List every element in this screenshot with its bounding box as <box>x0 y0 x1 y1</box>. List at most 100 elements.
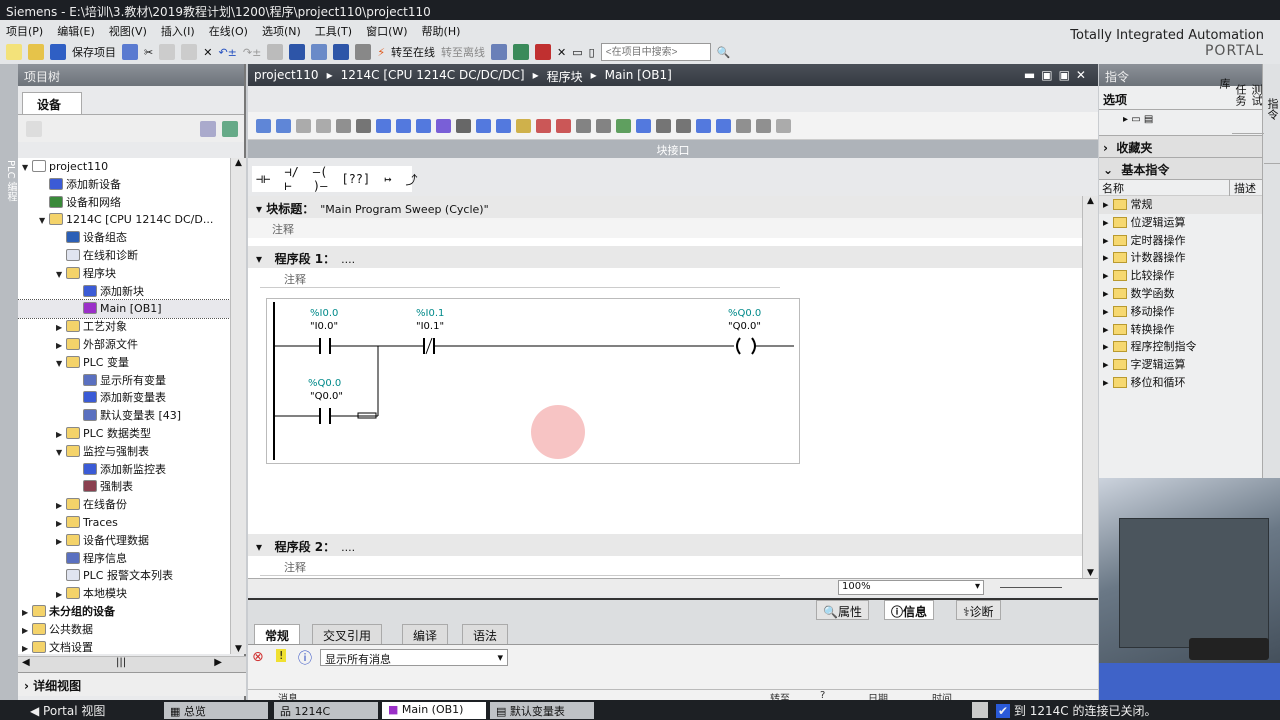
expand-arrow-icon[interactable]: ▸ <box>1103 376 1109 389</box>
subtab-cross-reference[interactable]: 交叉引用 <box>312 624 383 644</box>
download-icon[interactable] <box>289 44 306 60</box>
open-branch-button[interactable]: ↦ <box>384 172 391 186</box>
tree-item[interactable]: 强制表 <box>18 478 230 496</box>
col-name[interactable]: 名称 <box>1102 182 1124 195</box>
expand-arrow-icon[interactable]: ▸ <box>1103 216 1109 229</box>
insert-block-icon[interactable] <box>416 118 431 133</box>
expand-arrow-icon[interactable]: ▸ <box>1103 269 1109 282</box>
warnings-filter-icon[interactable]: ! <box>276 649 287 662</box>
save-project-button[interactable]: 保存项目 <box>72 44 116 60</box>
go-online-icon[interactable]: ⚡ <box>377 46 385 59</box>
copy-icon[interactable] <box>159 44 176 60</box>
stop-cpu-icon[interactable] <box>535 44 552 60</box>
editor-vertical-scrollbar[interactable]: ▲ ▼ <box>1082 196 1098 578</box>
scroll-thumb[interactable]: ||| <box>116 657 126 668</box>
menu-help[interactable]: 帮助(H) <box>422 23 461 38</box>
network-2-header[interactable]: ▾ 程序段 2：.... <box>248 534 1082 556</box>
tree-vertical-scrollbar[interactable]: ▲ ▼ <box>230 158 246 654</box>
scroll-down-icon[interactable]: ▼ <box>1083 568 1098 578</box>
insert-network-icon[interactable] <box>256 118 271 133</box>
tree-item[interactable]: ▶ 设备代理数据 <box>18 532 230 550</box>
tree-item[interactable]: ▼ PLC 变量 <box>18 354 230 372</box>
instruction-folder[interactable]: ▸ 位逻辑运算 <box>1099 214 1262 232</box>
scroll-down-icon[interactable]: ▼ <box>231 644 246 654</box>
expand-arrow-icon[interactable]: ▶ <box>56 319 66 337</box>
save-icon[interactable] <box>50 44 66 60</box>
block-interface-bar[interactable]: 块接口 <box>248 140 1098 158</box>
start-cpu-icon[interactable] <box>355 44 372 60</box>
instruction-folder[interactable]: ▸ 程序控制指令 <box>1099 338 1262 356</box>
menu-tools[interactable]: 工具(T) <box>315 23 352 38</box>
breadcrumb-project[interactable]: project110 <box>254 68 319 82</box>
set-breakpoint-icon[interactable] <box>476 118 491 133</box>
paste-icon[interactable] <box>181 44 198 60</box>
tree-item[interactable]: ▶ Traces <box>18 514 230 532</box>
expand-arrow-icon[interactable]: ▸ <box>1103 251 1109 264</box>
tree-item[interactable]: ▶ 本地模块 <box>18 585 230 603</box>
close-icon[interactable]: ✕ <box>557 46 566 59</box>
subtab-syntax[interactable]: 语法 <box>462 624 509 644</box>
monitor-icon[interactable] <box>576 118 591 133</box>
network-1-comment[interactable]: 注释 <box>260 268 780 288</box>
task-main-ob1[interactable]: ■ Main (OB1) <box>382 702 486 719</box>
no-contact-button[interactable]: ⊣⊢ <box>256 172 270 186</box>
instruction-folder[interactable]: ▸ 字逻辑运算 <box>1099 356 1262 374</box>
block-title-row[interactable]: ▾ 块标题： "Main Program Sweep (Cycle)" <box>248 196 1082 218</box>
info-filter-icon[interactable]: ⓘ <box>298 648 312 668</box>
delete-breakpoint-icon[interactable] <box>556 118 571 133</box>
tree-item[interactable]: ▶ 文档设置 <box>18 639 230 654</box>
tree-horizontal-scrollbar[interactable]: ◀ ||| ▶ <box>18 656 246 672</box>
toggle-view-icon[interactable] <box>496 118 511 133</box>
scroll-up-icon[interactable]: ▲ <box>1083 196 1098 206</box>
expand-arrow-icon[interactable]: ▸ <box>1103 323 1109 336</box>
window-controls[interactable]: ▬▣▣✕ <box>1024 68 1092 82</box>
jump-icon[interactable] <box>696 118 711 133</box>
show-tags-icon[interactable] <box>456 118 471 133</box>
add-row-icon[interactable] <box>316 118 331 133</box>
expand-arrow-icon[interactable]: ▸ <box>1103 305 1109 318</box>
tree-item[interactable]: ▶ 外部源文件 <box>18 336 230 354</box>
upload-icon[interactable] <box>311 44 328 60</box>
go-to-icon[interactable] <box>636 118 651 133</box>
menu-view[interactable]: 视图(V) <box>109 23 147 38</box>
tree-item[interactable]: 添加新块 <box>18 283 230 301</box>
task-default-tag-table[interactable]: ▤ 默认变量表 <box>490 702 594 719</box>
expand-arrow-icon[interactable]: ▼ <box>56 444 66 462</box>
network-1-title[interactable]: .... <box>341 253 355 266</box>
tree-item[interactable]: PLC 报警文本列表 <box>18 567 230 585</box>
tree-item[interactable]: ▶ 未分组的设备 <box>18 603 230 621</box>
expand-arrow-icon[interactable]: ▶ <box>56 533 66 551</box>
split-vertical-icon[interactable]: ▯ <box>589 46 595 59</box>
menu-window[interactable]: 窗口(W) <box>366 23 407 38</box>
menu-options[interactable]: 选项(N) <box>262 23 301 38</box>
network-1-ladder[interactable]: %I0.0 "I0.0" %I0.1 "I0.1" %Q0.0 "Q0.0" %… <box>266 298 800 464</box>
expand-arrow-icon[interactable]: ▸ <box>1103 287 1109 300</box>
project-search-input[interactable] <box>600 43 711 61</box>
expand-icon[interactable] <box>736 118 751 133</box>
tree-item[interactable]: 程序信息 <box>18 550 230 568</box>
cut-icon[interactable]: ✂ <box>144 46 153 59</box>
tree-item[interactable]: 添加新变量表 <box>18 389 230 407</box>
network-1-header[interactable]: ▾ 程序段 1：.... <box>248 246 1082 268</box>
tree-item[interactable]: Main [OB1] <box>18 299 230 320</box>
collapse-icon[interactable] <box>756 118 771 133</box>
menu-insert[interactable]: 插入(I) <box>161 23 195 38</box>
side-tab-tasks[interactable]: 任务 <box>1232 64 1248 134</box>
instruction-folder[interactable]: ▸ 移位和循环 <box>1099 374 1262 392</box>
subtab-general[interactable]: 常规 <box>254 624 301 644</box>
tree-item[interactable]: ▼ 1214C [CPU 1214C DC/D... <box>18 211 230 229</box>
refresh-icon[interactable] <box>222 121 238 137</box>
settings-icon[interactable] <box>776 118 791 133</box>
expand-arrow-icon[interactable]: ▶ <box>22 640 32 654</box>
expand-arrow-icon[interactable]: ▸ <box>1103 340 1109 353</box>
plc-programming-side-tab[interactable]: PLC 编程 <box>0 64 18 700</box>
side-tab-instructions[interactable]: 指令 <box>1264 64 1280 164</box>
tree-item[interactable]: ▶ 公共数据 <box>18 621 230 639</box>
tree-item[interactable]: ▼ 程序块 <box>18 265 230 283</box>
tab-devices[interactable]: 设备 <box>22 92 82 114</box>
scroll-left-icon[interactable]: ◀ <box>22 657 30 668</box>
expand-arrow-icon[interactable]: ▶ <box>22 622 32 640</box>
tree-item[interactable]: 设备和网络 <box>18 194 230 212</box>
task-overview[interactable]: ▦ 总览 <box>164 702 268 719</box>
expand-arrow-icon[interactable]: ▶ <box>56 426 66 444</box>
